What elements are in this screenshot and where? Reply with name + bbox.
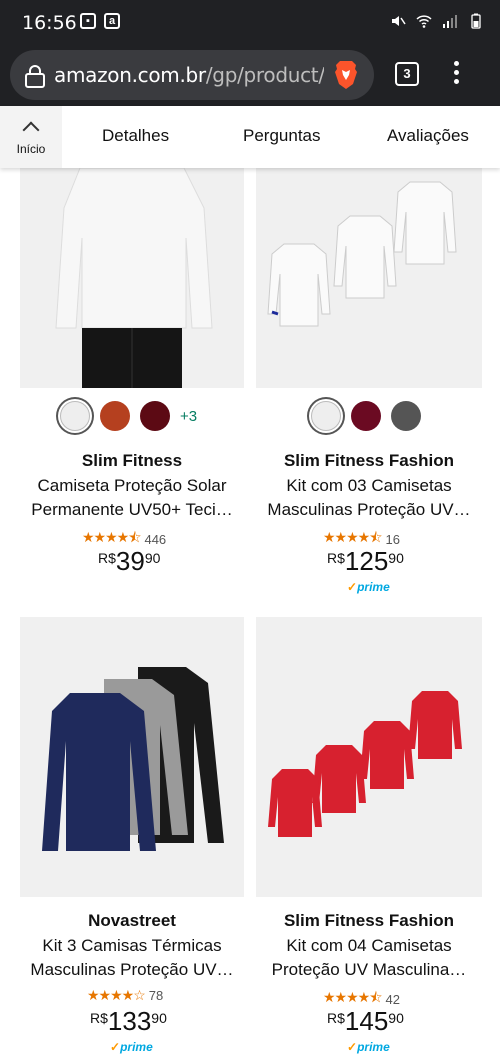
star-rating-icon: ★★★★☆ (87, 987, 146, 1003)
review-count: 78 (148, 988, 164, 1003)
product-title-line2[interactable]: Proteção UV Masculina… (249, 958, 489, 982)
prime-label: prime (357, 580, 390, 594)
lock-icon[interactable] (24, 64, 46, 88)
more-colors-link[interactable]: +3 (180, 408, 197, 425)
wifi-icon (416, 15, 432, 28)
overflow-menu-icon[interactable] (452, 61, 460, 87)
url-host: amazon.com.br (54, 63, 206, 87)
review-count: 446 (144, 531, 167, 547)
notification-icons: ▪ a (80, 13, 120, 29)
brave-shields-icon[interactable] (332, 60, 360, 90)
prime-badge: ✓prime (347, 1040, 390, 1054)
rating[interactable]: ★★★★☆ 78 (87, 987, 163, 1004)
product-title-line1[interactable]: Kit com 04 Camisetas (249, 934, 489, 958)
product-brand: Slim Fitness Fashion (283, 911, 455, 930)
url-path: /gp/product/B (205, 63, 324, 87)
price-currency: R$ (327, 550, 345, 566)
product-title-line1[interactable]: Camiseta Proteção Solar (12, 474, 252, 498)
color-swatch[interactable] (100, 401, 130, 431)
status-bar: 16:56 ▪ a (0, 0, 500, 46)
product-title-line2[interactable]: Masculinas Proteção UV… (249, 498, 489, 522)
price-whole: 125 (344, 546, 389, 576)
review-count: 16 (385, 531, 400, 547)
tab-avaliacoes[interactable]: Avaliações (387, 126, 469, 146)
tab-switcher-button[interactable]: 3 (395, 62, 419, 86)
prime-check-icon: ✓ (347, 580, 358, 594)
product-image[interactable] (256, 617, 482, 897)
product-image[interactable] (20, 617, 244, 897)
product-subnav: Início Detalhes Perguntas Avaliações (0, 106, 500, 168)
color-swatch[interactable] (60, 401, 90, 431)
prime-check-icon: ✓ (347, 1040, 358, 1054)
price: R$ 125 90 (327, 546, 404, 577)
prime-label: prime (120, 1040, 153, 1054)
home-tab[interactable]: Início (0, 106, 62, 168)
product-brand: Slim Fitness (81, 451, 183, 470)
url-text[interactable]: amazon.com.br/gp/product/B (54, 63, 324, 87)
price-whole: 133 (107, 1006, 152, 1036)
address-bar[interactable]: amazon.com.br/gp/product/B (10, 50, 374, 100)
price-fraction: 90 (151, 1010, 167, 1026)
price-fraction: 90 (144, 550, 161, 566)
product-title-line1[interactable]: Kit com 03 Camisetas (249, 474, 489, 498)
prime-badge: ✓prime (347, 580, 390, 594)
price-fraction: 90 (388, 550, 404, 566)
color-swatches: +3 (60, 401, 197, 431)
amazon-notification-icon: a (104, 13, 120, 29)
color-swatch[interactable] (140, 401, 170, 431)
product-brand: Slim Fitness Fashion (283, 451, 455, 470)
price-currency: R$ (98, 550, 116, 566)
mute-icon (392, 16, 406, 26)
review-count: 42 (385, 991, 400, 1007)
browser-toolbar: amazon.com.br/gp/product/B 3 (0, 46, 500, 106)
prime-badge: ✓prime (110, 1040, 153, 1054)
price-fraction: 90 (388, 1010, 404, 1026)
battery-icon (471, 13, 481, 29)
prime-check-icon: ✓ (110, 1040, 121, 1054)
product-title-line1[interactable]: Kit 3 Camisas Térmicas (12, 934, 252, 958)
tab-perguntas[interactable]: Perguntas (243, 126, 321, 146)
color-swatch[interactable] (311, 401, 341, 431)
gallery-notification-icon: ▪ (80, 13, 96, 29)
prime-label: prime (357, 1040, 390, 1054)
home-tab-label: Início (16, 142, 46, 156)
price-whole: 39 (115, 546, 145, 576)
price: R$ 39 90 (98, 546, 160, 577)
color-swatch[interactable] (391, 401, 421, 431)
price-whole: 145 (344, 1006, 389, 1036)
price-currency: R$ (90, 1010, 108, 1026)
product-brand: Novastreet (88, 911, 176, 930)
tab-detalhes[interactable]: Detalhes (102, 126, 169, 146)
color-swatches (311, 401, 421, 431)
system-icons (390, 13, 484, 29)
signal-icon (443, 15, 457, 28)
product-title-line2[interactable]: Permanente UV50+ Teci… (12, 498, 252, 522)
price: R$ 145 90 (327, 1006, 404, 1037)
chevron-up-icon (22, 121, 40, 139)
price: R$ 133 90 (90, 1006, 167, 1037)
color-swatch[interactable] (351, 401, 381, 431)
product-image[interactable] (256, 168, 482, 388)
price-currency: R$ (327, 1010, 345, 1026)
status-time: 16:56 (22, 12, 77, 34)
product-image[interactable] (20, 167, 244, 388)
product-title-line2[interactable]: Masculinas Proteção UV… (12, 958, 252, 982)
